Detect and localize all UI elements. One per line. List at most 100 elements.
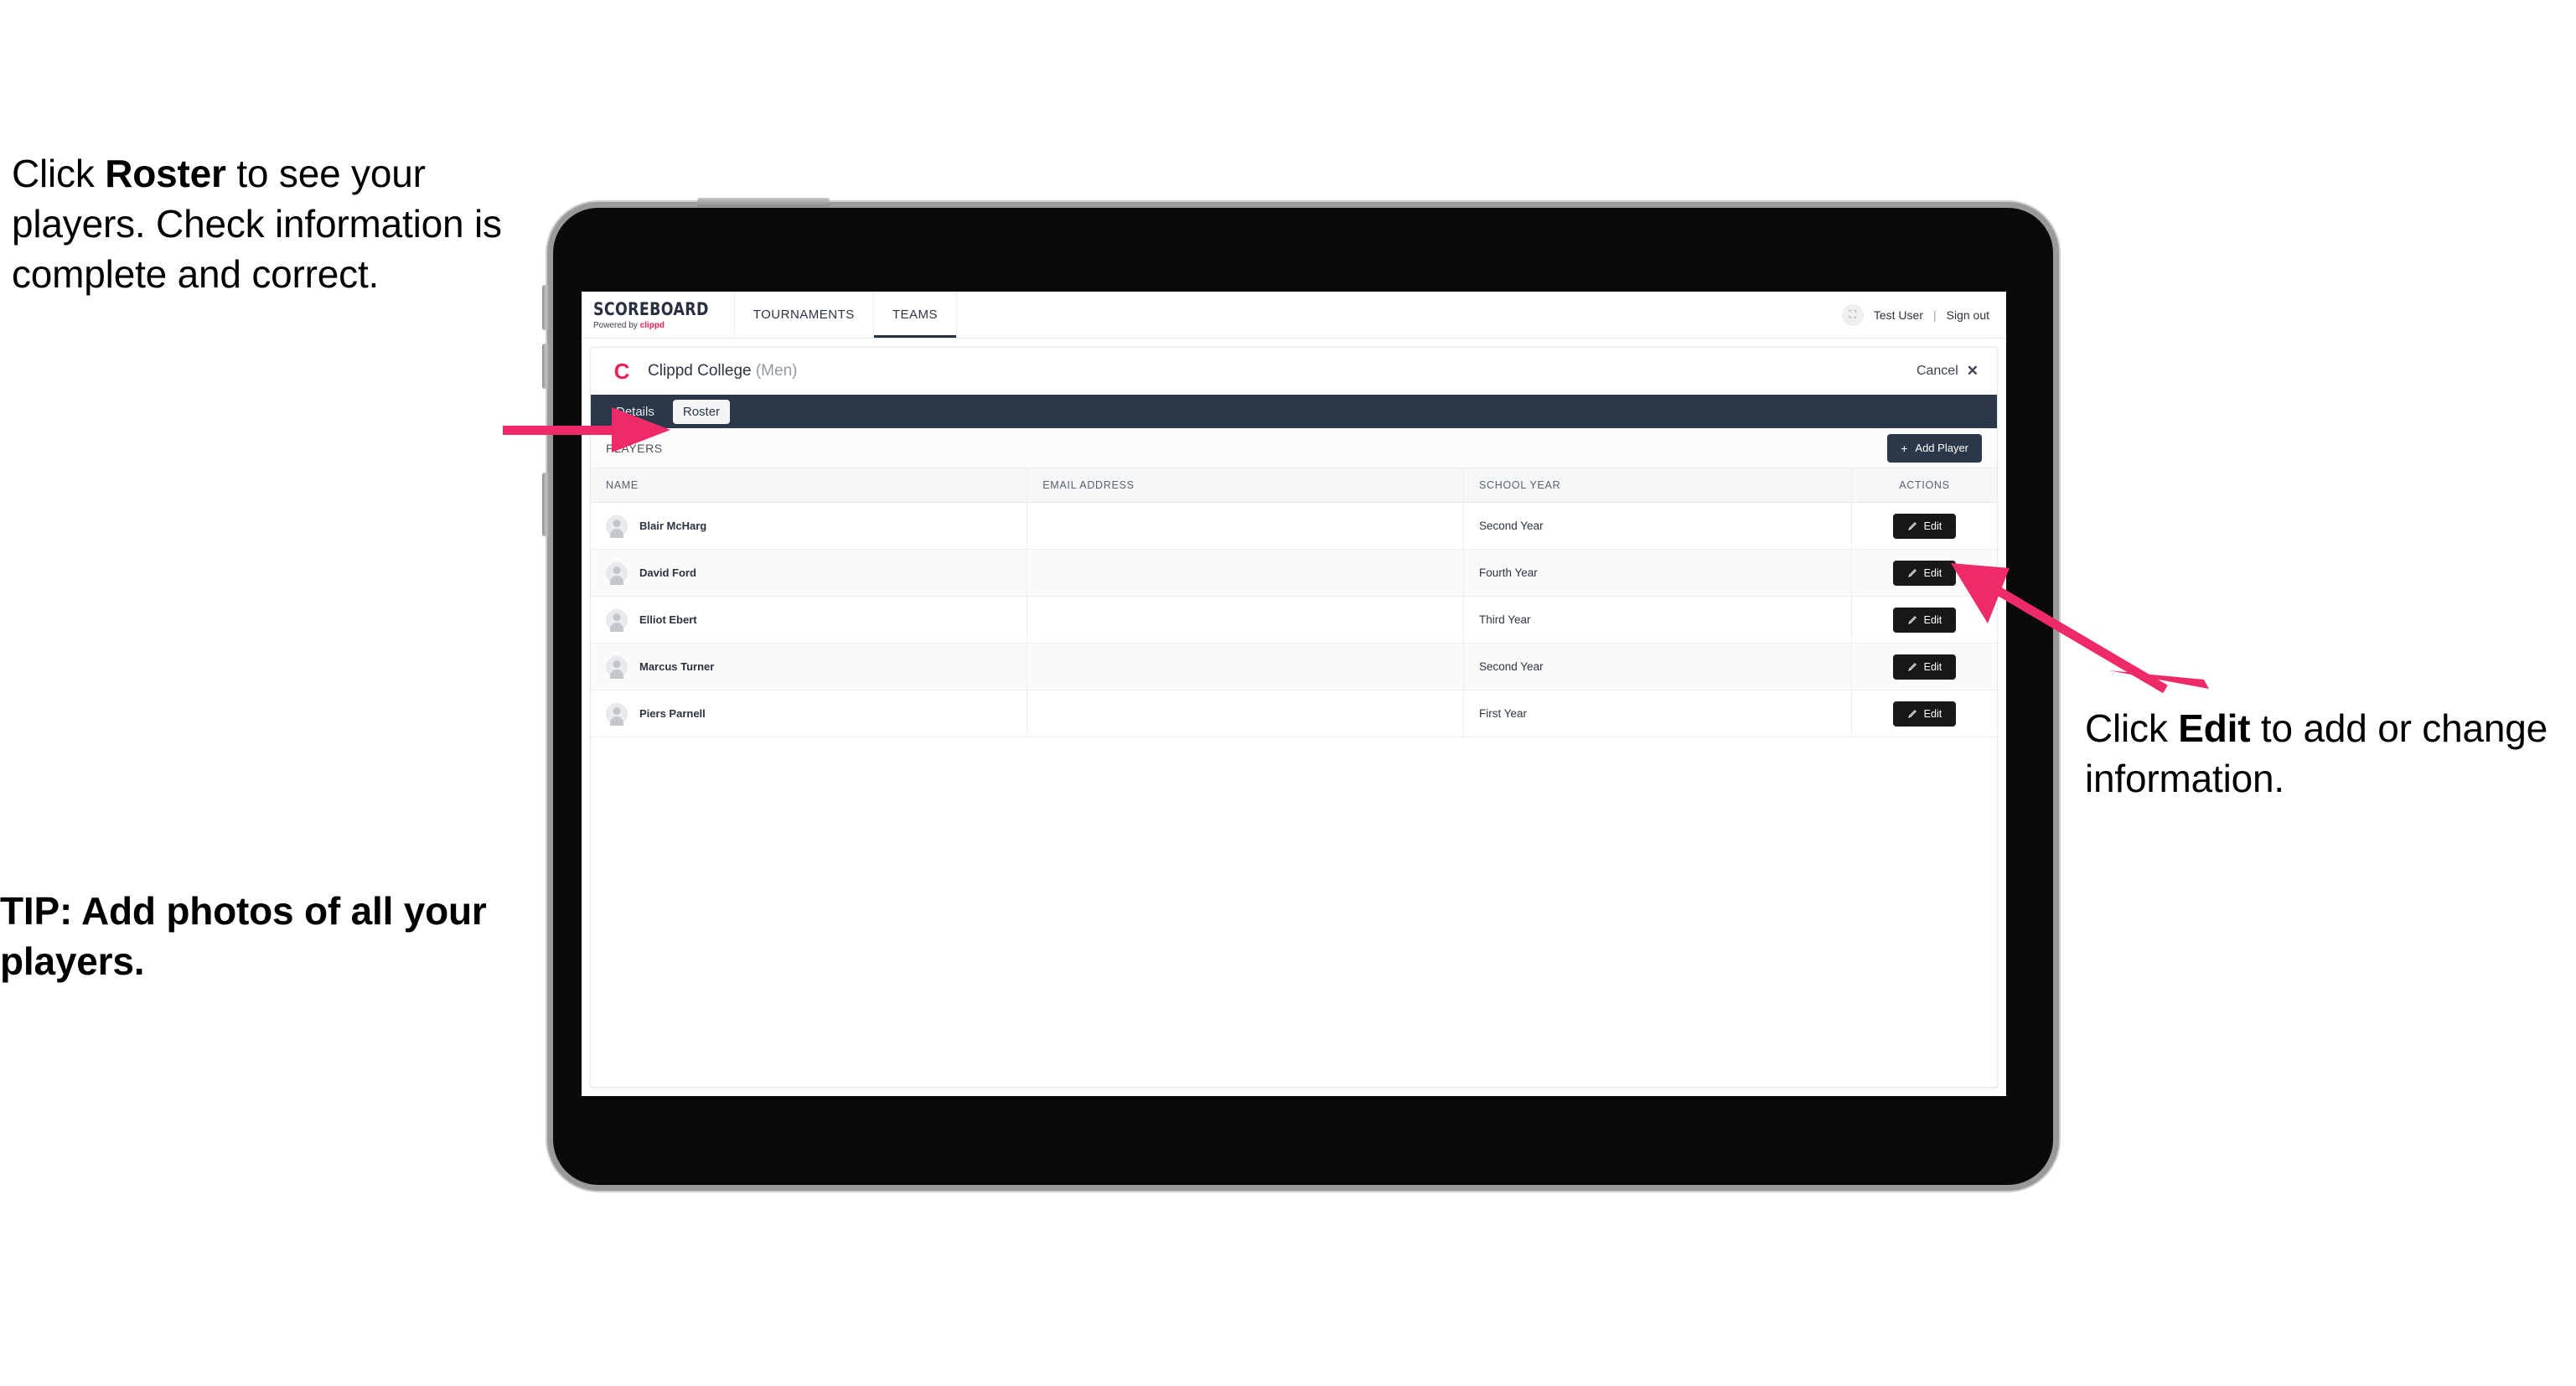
panel-header: C Clippd College (Men) Cancel ✕ [591,348,1997,395]
subtab-details[interactable]: Details [606,400,665,424]
player-name: Piers Parnell [639,707,706,720]
add-player-button[interactable]: + Add Player [1887,433,1982,463]
slide-canvas: Click Roster to see your players. Check … [0,0,2576,1386]
table-row[interactable]: Elliot Ebert Third Year Edit [591,596,1997,644]
pencil-icon [1907,521,1916,530]
tablet-volume-up-button[interactable] [542,285,550,330]
tablet-device-frame: SCOREBOARD Powered by clippd TOURNAMENTS… [542,198,2053,1185]
cell-school-year: Second Year [1463,643,1852,690]
callout-right-bold: Edit [2178,706,2251,750]
cell-actions: Edit [1851,549,1997,597]
cancel-label: Cancel [1916,364,1958,378]
tab-teams[interactable]: TEAMS [873,292,957,338]
pencil-icon [1907,615,1916,624]
cell-school-year: Third Year [1463,596,1852,644]
roster-table-body: Blair McHarg Second Year Edit David Ford… [591,502,1997,737]
edit-button[interactable]: Edit [1892,654,1957,680]
player-name: David Ford [639,566,696,579]
player-name: Blair McHarg [639,520,707,532]
user-separator: | [1932,308,1937,322]
player-avatar-icon [606,561,628,584]
table-row[interactable]: Marcus Turner Second Year Edit [591,643,1997,690]
subtab-roster[interactable]: Roster [672,399,731,424]
tablet-volume-down-button[interactable] [542,344,550,389]
brand-tagline-text: Powered by [593,321,640,330]
sign-out-link[interactable]: Sign out [1947,308,1989,322]
brand-wordmark: SCOREBOARD [593,299,709,319]
brand-tagline-clippd: clippd [639,321,665,330]
add-player-label: Add Player [1915,442,1968,454]
cell-email [1027,690,1464,737]
cell-school-year: Fourth Year [1463,549,1852,597]
edit-label: Edit [1923,660,1942,673]
players-section-label: PLAYERS [606,441,663,455]
table-header-row: NAME EMAIL ADDRESS SCHOOL YEAR ACTIONS [591,468,1997,503]
user-avatar-icon[interactable]: ⛶ [1841,303,1864,326]
cell-actions: Edit [1851,596,1997,644]
pencil-icon [1907,709,1916,718]
edit-button[interactable]: Edit [1892,560,1957,586]
player-avatar-icon [606,515,628,537]
plus-icon: + [1901,441,1908,455]
player-avatar-icon [606,702,628,725]
callout-right-edit: Click Edit to add or change information. [2085,704,2571,804]
column-header-email[interactable]: EMAIL ADDRESS [1027,468,1464,503]
roster-table-head: NAME EMAIL ADDRESS SCHOOL YEAR ACTIONS [591,468,1997,503]
close-icon: ✕ [1966,363,1979,379]
callout-left-pre: Click [12,152,106,195]
cell-name: Piers Parnell [591,690,1028,737]
cell-school-year: First Year [1463,690,1852,737]
cell-name: Blair McHarg [591,502,1028,550]
cell-school-year: Second Year [1463,502,1852,550]
edit-label: Edit [1923,566,1942,579]
tablet-screen: SCOREBOARD Powered by clippd TOURNAMENTS… [582,292,2006,1096]
tablet-side-button[interactable] [542,473,550,536]
panel-subtabs: Details Roster [591,395,1997,428]
cell-email [1027,643,1464,690]
cell-email [1027,502,1464,550]
player-avatar-icon [606,655,628,678]
players-toolbar: PLAYERS + Add Player [591,428,1997,468]
cell-email [1027,549,1464,597]
edit-label: Edit [1923,520,1942,532]
tab-tournaments[interactable]: TOURNAMENTS [735,292,874,338]
team-detail-panel: C Clippd College (Men) Cancel ✕ Details … [590,347,1998,1088]
table-row[interactable]: Blair McHarg Second Year Edit [591,502,1997,550]
team-logo-icon: C [613,358,630,384]
player-avatar-icon [606,608,628,631]
tablet-power-button[interactable] [697,198,830,207]
callout-right-pre: Click [2085,706,2179,750]
edit-button[interactable]: Edit [1892,513,1957,539]
edit-button[interactable]: Edit [1892,607,1957,633]
scoreboard-logo[interactable]: SCOREBOARD Powered by clippd [582,292,735,338]
primary-nav-tabs: TOURNAMENTS TEAMS [735,292,957,338]
cell-name: David Ford [591,549,1028,597]
brand-tagline: Powered by clippd [593,321,719,330]
table-row[interactable]: David Ford Fourth Year Edit [591,549,1997,597]
column-header-name[interactable]: NAME [591,468,1028,503]
team-name-text: Clippd College [648,362,752,380]
pencil-icon [1907,568,1916,577]
cell-name: Marcus Turner [591,643,1028,690]
edit-button[interactable]: Edit [1892,701,1957,727]
cell-name: Elliot Ebert [591,596,1028,644]
callout-left-roster: Click Roster to see your players. Check … [12,149,548,299]
user-name-label: Test User [1873,308,1923,322]
column-header-school-year[interactable]: SCHOOL YEAR [1463,468,1852,503]
cell-actions: Edit [1851,690,1997,737]
cell-actions: Edit [1851,643,1997,690]
player-name: Marcus Turner [639,660,715,673]
pencil-icon [1907,662,1916,671]
cancel-button[interactable]: Cancel ✕ [1916,363,1979,380]
table-row[interactable]: Piers Parnell First Year Edit [591,690,1997,737]
roster-table: NAME EMAIL ADDRESS SCHOOL YEAR ACTIONS B [591,468,1997,737]
callout-left-bold: Roster [105,152,226,195]
callout-tip-photos: TIP: Add photos of all your players. [0,889,487,983]
app-navbar: SCOREBOARD Powered by clippd TOURNAMENTS… [582,292,2006,339]
navbar-user-area: ⛶ Test User | Sign out [1841,292,2006,338]
cell-email [1027,596,1464,644]
edit-label: Edit [1923,707,1942,720]
navbar-spacer [957,292,1842,338]
edit-label: Edit [1923,613,1942,626]
column-header-actions: ACTIONS [1851,468,1997,503]
